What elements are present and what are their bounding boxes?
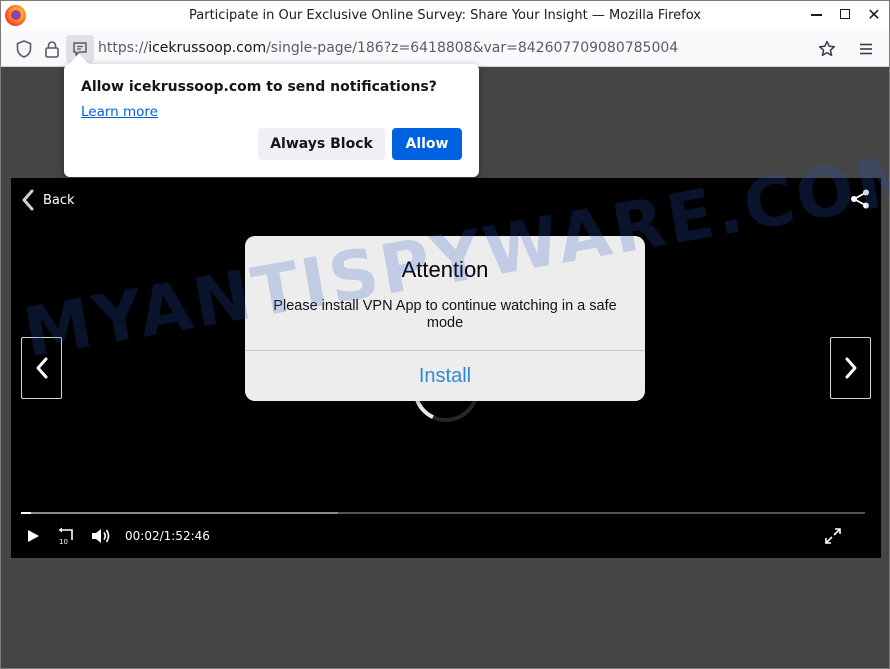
- chevron-right-icon: [845, 357, 856, 379]
- navigation-toolbar: https://icekrussoop.com/single-page/186?…: [0, 31, 890, 67]
- playback-time: 00:02/1:52:46: [125, 529, 210, 543]
- share-icon[interactable]: [849, 188, 871, 210]
- fullscreen-button[interactable]: [821, 524, 845, 548]
- volume-button[interactable]: [89, 524, 113, 548]
- always-block-button[interactable]: Always Block: [258, 128, 385, 160]
- maximize-button[interactable]: [832, 4, 858, 26]
- notification-permission-popup: Allow icekrussoop.com to send notificati…: [64, 64, 479, 177]
- rewind-10-button[interactable]: 10: [55, 524, 79, 548]
- notification-question: Allow icekrussoop.com to send notificati…: [81, 79, 437, 95]
- url-bar[interactable]: https://icekrussoop.com/single-page/186?…: [98, 40, 678, 56]
- window-title: Participate in Our Exclusive Online Surv…: [189, 8, 701, 23]
- next-video-button[interactable]: [830, 337, 871, 399]
- chevron-left-icon: [22, 189, 34, 211]
- close-button[interactable]: ✕: [861, 4, 887, 26]
- player-controls: 10 00:02/1:52:46: [21, 524, 871, 548]
- play-icon: [28, 530, 39, 542]
- allow-button[interactable]: Allow: [392, 128, 462, 160]
- lock-icon[interactable]: [41, 38, 63, 60]
- chevron-left-icon: [36, 357, 47, 379]
- dialog-message: Please install VPN App to continue watch…: [261, 298, 629, 332]
- speaker-icon: [92, 529, 110, 543]
- buffered-progress: [21, 512, 338, 514]
- tracking-protection-shield-icon[interactable]: [13, 38, 35, 60]
- seek-bar[interactable]: [21, 512, 865, 514]
- title-bar: Participate in Our Exclusive Online Surv…: [0, 0, 890, 31]
- expand-icon: [825, 528, 841, 544]
- maximize-icon: [840, 9, 850, 19]
- install-button[interactable]: Install: [245, 351, 645, 401]
- url-prefix: https://: [98, 40, 149, 56]
- svg-text:10: 10: [59, 538, 68, 546]
- learn-more-link[interactable]: Learn more: [81, 104, 158, 120]
- dialog-message-start: Please install: [273, 298, 363, 314]
- previous-video-button[interactable]: [21, 337, 62, 399]
- dialog-message-end: to continue watching in a safe mode: [421, 298, 617, 331]
- close-icon: ✕: [867, 5, 881, 24]
- bookmark-star-icon[interactable]: [816, 38, 838, 60]
- attention-dialog: Attention Please install VPN App to cont…: [245, 236, 645, 401]
- minimize-button[interactable]: [803, 4, 829, 26]
- url-host: icekrussoop.com: [148, 40, 267, 56]
- played-progress: [21, 512, 32, 514]
- dialog-message-app: VPN App: [362, 298, 422, 314]
- rewind-10-icon: 10: [58, 527, 73, 546]
- url-path: /single-page/186?z=6418808&var=842607709…: [266, 40, 679, 56]
- dialog-title: Attention: [401, 257, 489, 282]
- back-button[interactable]: Back: [21, 188, 75, 212]
- hamburger-menu-icon[interactable]: [855, 38, 877, 60]
- back-label: Back: [43, 192, 75, 208]
- minimize-icon: [810, 14, 822, 16]
- play-button[interactable]: [21, 524, 45, 548]
